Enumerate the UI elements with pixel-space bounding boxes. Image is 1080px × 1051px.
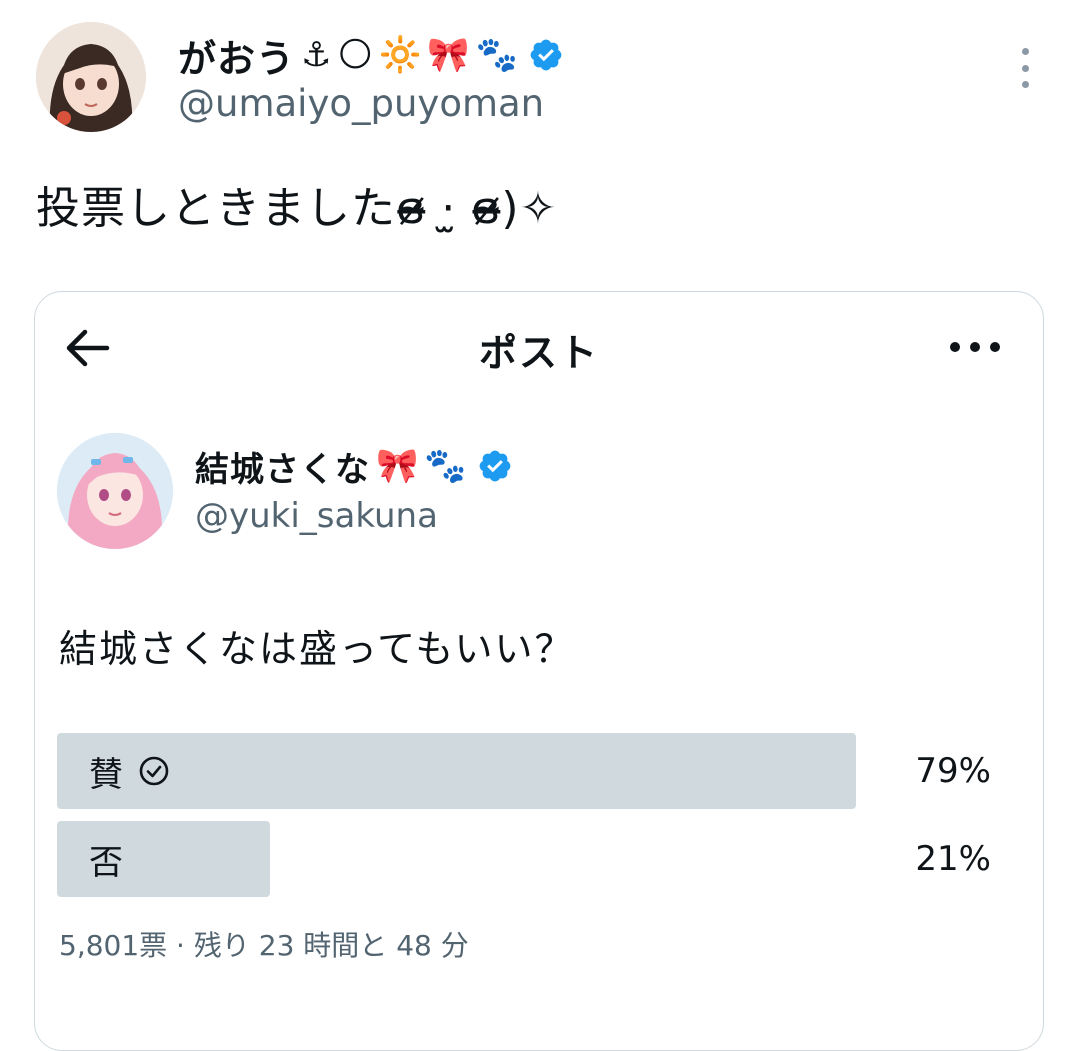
poll-bar-yes xyxy=(57,733,856,809)
poll-question: 結城さくなは盛ってもいい？ xyxy=(59,627,575,671)
author-name-row: がおう ⚓ 🌕 🔆 🎀 🐾 xyxy=(178,28,564,82)
poll-option-label: 否 xyxy=(89,842,123,883)
author-avatar[interactable] xyxy=(36,22,146,132)
ribbon-emoji: 🎀 xyxy=(427,35,470,75)
verified-badge-icon xyxy=(477,448,513,484)
paw-emoji: 🐾 xyxy=(424,446,467,486)
tweet-text: 投票しときましたɞ̴̶̷ ·̫ ɞ̴̶̷)✧ xyxy=(36,183,558,234)
poll-percent: 79% xyxy=(915,751,991,791)
anchor-emoji: ⚓ xyxy=(301,35,332,75)
author-handle[interactable]: @umaiyo_puyoman xyxy=(178,82,544,125)
poll-option-yes: 賛 79% xyxy=(57,733,997,809)
more-horizontal-icon xyxy=(950,341,1000,353)
poll-option-no: 否 21% xyxy=(57,821,997,897)
poll-author-display-name: 結城さくな xyxy=(195,449,370,490)
poll-author-name-row: 結城さくな 🎀 🐾 xyxy=(195,440,513,492)
moon-emoji: 🌕 xyxy=(337,35,373,75)
paw-emoji: 🐾 xyxy=(475,35,518,75)
more-vertical-icon[interactable] xyxy=(1014,48,1036,88)
poll-footer: 5,801票 · 残り 23 時間と 48 分 xyxy=(59,929,469,962)
sun-emoji: 🔆 xyxy=(378,35,422,75)
attached-image[interactable]: ポスト 結城さくな 🎀 🐾 @yuki_sakuna 結城さくなは盛ってもいい？… xyxy=(34,291,1044,1051)
poll-author-handle: @yuki_sakuna xyxy=(195,496,438,536)
check-circle-icon xyxy=(139,756,169,786)
ribbon-emoji: 🎀 xyxy=(376,446,419,486)
verified-badge-icon xyxy=(528,37,564,73)
poll-author-avatar xyxy=(57,433,173,549)
author-display-name[interactable]: がおう xyxy=(178,28,295,83)
poll-option-label: 賛 xyxy=(89,754,123,795)
screenshot-header-title: ポスト xyxy=(478,331,599,375)
poll-percent: 21% xyxy=(915,839,991,879)
